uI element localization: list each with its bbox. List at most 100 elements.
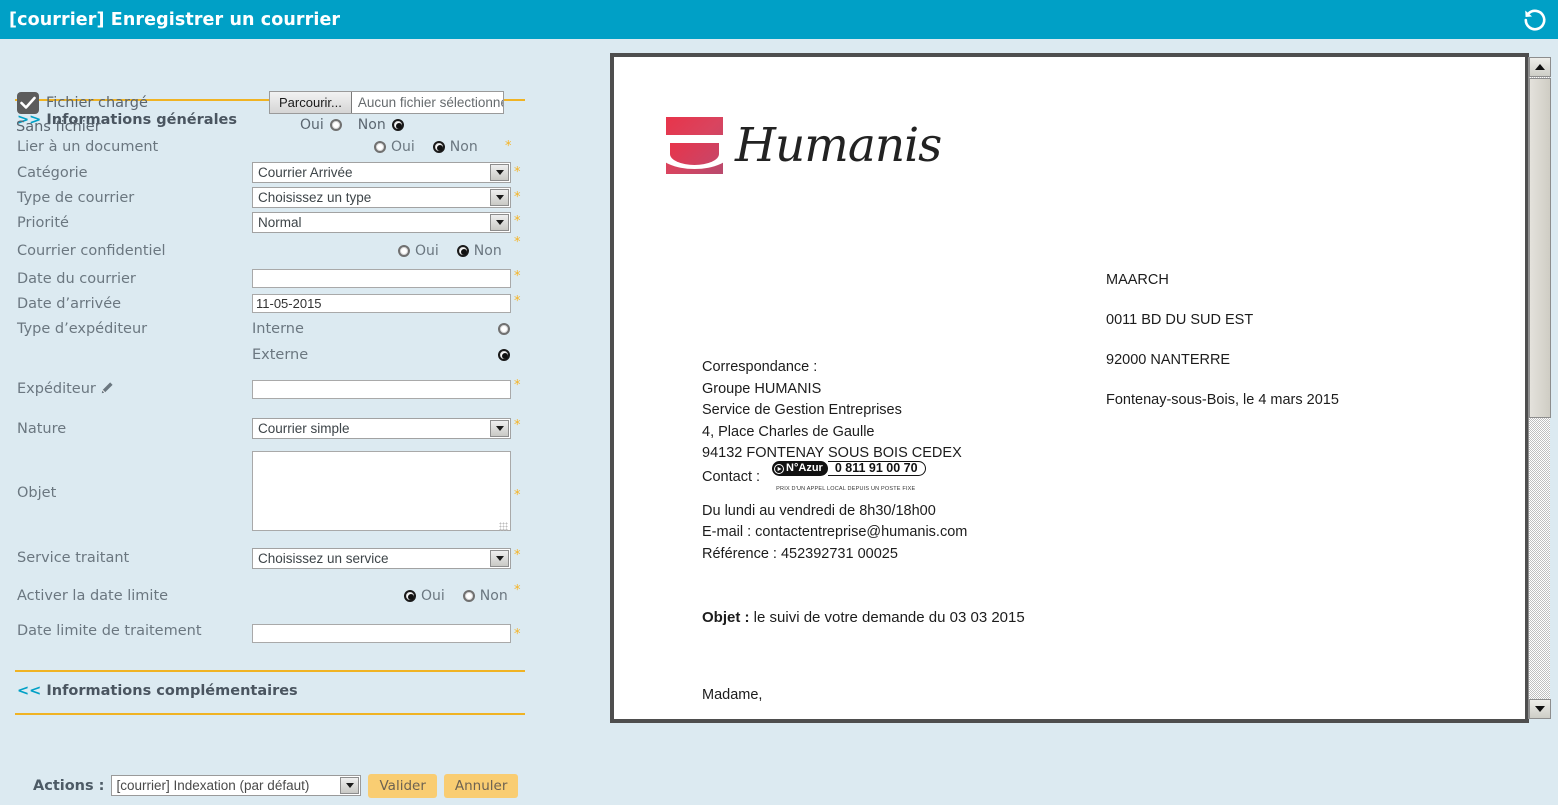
file-loaded-checkbox[interactable] bbox=[17, 92, 39, 114]
required-star-confidentiel: * bbox=[514, 235, 521, 250]
divider-bottom bbox=[15, 713, 525, 715]
app-root: [courrier] Enregistrer un courrier Fichi… bbox=[0, 0, 1558, 805]
required-star-nature: * bbox=[514, 418, 521, 433]
date-limite-yes-radio[interactable] bbox=[404, 590, 416, 602]
row-nature: Nature Courrier simple * bbox=[0, 410, 540, 447]
pencil-icon[interactable] bbox=[100, 380, 114, 399]
chevron-down-icon[interactable] bbox=[490, 214, 509, 231]
row-type-expediteur-externe: Externe bbox=[0, 341, 540, 368]
date-courrier-input[interactable] bbox=[252, 269, 511, 288]
browse-button[interactable]: Parcourir... bbox=[270, 92, 352, 113]
file-upload-section: Fichier chargé Sans fichier Parcourir...… bbox=[0, 39, 540, 135]
caret-down-icon[interactable] bbox=[1529, 699, 1551, 719]
document-page: Humanis MAARCH 0011 BD DU SUD EST 92000 … bbox=[614, 57, 1504, 719]
refresh-ccw-icon[interactable] bbox=[1522, 7, 1558, 33]
chevron-down-icon[interactable] bbox=[490, 420, 509, 437]
row-activer-date-limite: Activer la date limite Oui Non * bbox=[0, 577, 540, 615]
chevron-down-icon[interactable] bbox=[490, 549, 509, 567]
lier-yes-radio[interactable] bbox=[374, 141, 386, 153]
file-yes-radio[interactable] bbox=[329, 119, 342, 131]
row-type-courrier: Type de courrier Choisissez un type * bbox=[0, 185, 540, 210]
priorite-select[interactable]: Normal bbox=[252, 212, 511, 233]
letter-objet-label: Objet : bbox=[702, 609, 750, 626]
label-externe: Externe bbox=[252, 346, 309, 363]
categorie-select[interactable]: Courrier Arrivée bbox=[252, 162, 511, 183]
label-objet: Objet bbox=[17, 485, 57, 501]
lier-no-radio[interactable] bbox=[432, 141, 445, 153]
confidentiel-yes-radio[interactable] bbox=[398, 244, 410, 257]
label-categorie: Catégorie bbox=[17, 164, 88, 181]
date-limite-no-radio[interactable] bbox=[462, 590, 475, 602]
letter-objet-text: le suivi de votre demande du 03 03 2015 bbox=[753, 609, 1025, 626]
caret-up-icon[interactable] bbox=[1529, 57, 1551, 77]
label-confidentiel: Courrier confidentiel bbox=[17, 242, 166, 259]
contact-email: E-mail : contactentreprise@humanis.com bbox=[702, 524, 968, 540]
lier-yes-label: Oui bbox=[391, 139, 415, 155]
nature-value: Courrier simple bbox=[258, 421, 350, 436]
date-limite-no-label: Non bbox=[479, 588, 508, 604]
recipient-name: MAARCH bbox=[1106, 272, 1169, 288]
file-no-radio[interactable] bbox=[391, 119, 404, 131]
row-service-traitant: Service traitant Choisissez un service * bbox=[0, 539, 540, 577]
correspondence-block: Correspondance : Groupe HUMANIS Service … bbox=[702, 357, 967, 565]
label-date-courrier: Date du courrier bbox=[17, 270, 136, 287]
required-star-date-courrier: * bbox=[514, 269, 521, 284]
humanis-logo: Humanis bbox=[666, 117, 942, 174]
validate-button[interactable]: Valider bbox=[368, 773, 437, 798]
form-column: Fichier chargé Sans fichier Parcourir...… bbox=[0, 39, 540, 805]
row-date-courrier: Date du courrier * bbox=[0, 266, 540, 291]
objet-textarea[interactable] bbox=[252, 451, 511, 531]
service-traitant-value: Choisissez un service bbox=[258, 550, 389, 566]
numero-azur-badge: N°Azur 0 811 91 00 70 bbox=[772, 461, 926, 476]
categorie-value: Courrier Arrivée bbox=[258, 165, 353, 180]
required-star-categorie: * bbox=[514, 165, 521, 180]
contact-hours: Du lundi au vendredi de 8h30/18h00 bbox=[702, 502, 936, 519]
section-informations-complementaires[interactable]: << Informations complémentaires bbox=[0, 672, 540, 705]
lier-no-label: Non bbox=[449, 139, 478, 155]
label-expediteur: Expéditeur bbox=[17, 381, 96, 397]
file-no-label: Non bbox=[357, 117, 386, 133]
action-select[interactable]: [courrier] Indexation (par défaut) bbox=[111, 775, 362, 796]
expediteur-input[interactable] bbox=[252, 379, 511, 399]
file-input[interactable]: Parcourir... Aucun fichier sélectionné bbox=[269, 91, 504, 114]
required-star-date-limite: * bbox=[514, 627, 521, 642]
nature-select[interactable]: Courrier simple bbox=[252, 418, 511, 439]
required-star-lier: * bbox=[505, 139, 512, 154]
recipient-address: MAARCH 0011 BD DU SUD EST 92000 NANTERRE bbox=[1106, 260, 1253, 380]
chevron-down-icon[interactable] bbox=[340, 777, 360, 794]
confidentiel-no-radio[interactable] bbox=[456, 244, 469, 257]
correspondence-line-3: Service de Gestion Entreprises bbox=[702, 402, 902, 418]
service-traitant-select[interactable]: Choisissez un service bbox=[252, 547, 511, 569]
azur-brand: N°Azur bbox=[772, 461, 828, 476]
file-loaded-label: Fichier chargé bbox=[46, 95, 148, 111]
row-objet: Objet * bbox=[0, 447, 540, 539]
scrollbar-thumb[interactable] bbox=[1529, 78, 1551, 418]
file-name-text: Aucun fichier sélectionné bbox=[357, 95, 504, 110]
row-lier-document: Lier à un document Oui Non * bbox=[0, 134, 540, 160]
preview-scrollbar[interactable] bbox=[1528, 57, 1551, 719]
contact-reference: Référence : 452392731 00025 bbox=[702, 545, 898, 562]
cancel-button[interactable]: Annuler bbox=[443, 773, 519, 798]
label-type-courrier: Type de courrier bbox=[17, 189, 135, 206]
recipient-city: 92000 NANTERRE bbox=[1106, 352, 1231, 368]
row-categorie: Catégorie Courrier Arrivée * bbox=[0, 160, 540, 185]
priorite-value: Normal bbox=[258, 215, 302, 230]
type-courrier-select[interactable]: Choisissez un type bbox=[252, 187, 511, 208]
date-arrivee-input[interactable] bbox=[252, 294, 511, 313]
row-priorite: Priorité Normal * bbox=[0, 210, 540, 235]
document-preview-panel[interactable]: Humanis MAARCH 0011 BD DU SUD EST 92000 … bbox=[610, 53, 1529, 723]
label-priorite: Priorité bbox=[17, 214, 69, 231]
date-limite-input[interactable] bbox=[252, 624, 511, 643]
file-yesno-group: Oui Non bbox=[300, 117, 404, 133]
confidentiel-yes-label: Oui bbox=[415, 242, 439, 259]
interne-radio[interactable] bbox=[498, 322, 510, 335]
chevron-down-icon[interactable] bbox=[490, 189, 509, 206]
correspondence-line-2: Groupe HUMANIS bbox=[702, 380, 822, 397]
label-date-limite: Date limite de traitement bbox=[17, 623, 202, 639]
page-title: [courrier] Enregistrer un courrier bbox=[9, 9, 341, 30]
chevron-down-icon[interactable] bbox=[490, 164, 509, 181]
required-star-date-arrivee: * bbox=[514, 294, 521, 309]
externe-radio[interactable] bbox=[498, 348, 510, 361]
date-limite-yes-label: Oui bbox=[421, 588, 445, 604]
required-star-expediteur: * bbox=[514, 378, 521, 393]
